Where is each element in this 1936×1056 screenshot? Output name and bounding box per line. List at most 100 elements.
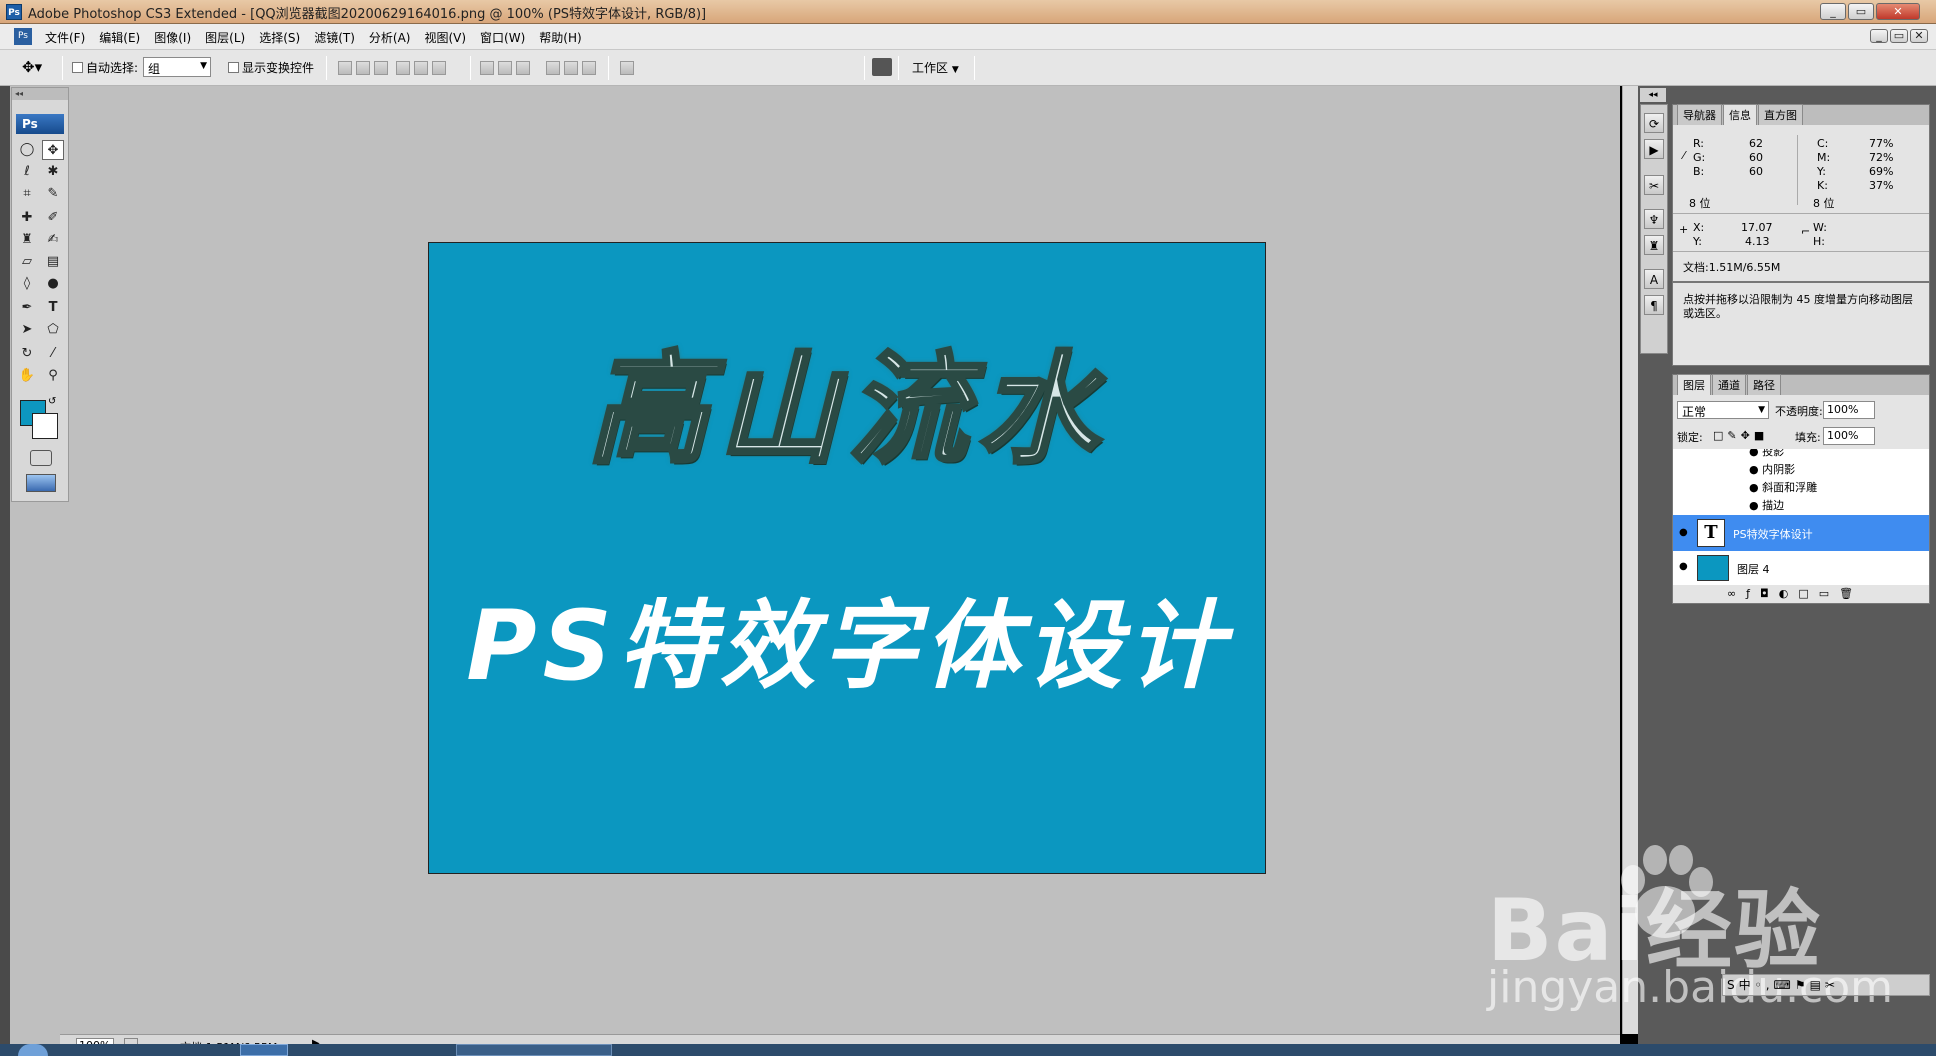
brushes-panel-icon[interactable]: ♆ bbox=[1644, 209, 1664, 229]
fill-input[interactable]: 100% bbox=[1823, 427, 1875, 445]
menu-image[interactable]: 图像(I) bbox=[147, 29, 198, 46]
auto-select-checkbox[interactable]: 自动选择: bbox=[72, 59, 138, 76]
clone-stamp-icon[interactable]: ♜ bbox=[16, 230, 38, 250]
menu-help[interactable]: 帮助(H) bbox=[532, 29, 588, 46]
history-brush-icon[interactable]: ✍ bbox=[42, 230, 64, 250]
distribute-right-icon[interactable] bbox=[582, 61, 596, 75]
actions-panel-icon[interactable]: ▶ bbox=[1644, 139, 1664, 159]
menu-window[interactable]: 窗口(W) bbox=[473, 29, 532, 46]
menu-analysis[interactable]: 分析(A) bbox=[362, 29, 418, 46]
toolbox-header[interactable]: ◂◂ bbox=[12, 88, 68, 100]
clone-source-icon[interactable]: ♜ bbox=[1644, 235, 1664, 255]
doc-restore-button[interactable]: ▭ bbox=[1890, 29, 1908, 43]
auto-align-icon[interactable] bbox=[620, 61, 634, 75]
distribute-left-icon[interactable] bbox=[546, 61, 560, 75]
swap-colors-icon[interactable]: ↺ bbox=[48, 396, 56, 407]
layer-row[interactable]: ● 图层 4 bbox=[1673, 553, 1929, 583]
effect-bevel-emboss[interactable]: ● 斜面和浮雕 bbox=[1749, 479, 1929, 497]
menu-file[interactable]: 文件(F) bbox=[38, 29, 92, 46]
layer-row-selected[interactable]: ● T PS特效字体设计 bbox=[1673, 515, 1929, 551]
minimize-button[interactable]: _ bbox=[1820, 3, 1846, 20]
auto-select-dropdown[interactable]: 组 ▼ bbox=[143, 57, 211, 77]
menu-select[interactable]: 选择(S) bbox=[252, 29, 307, 46]
distribute-bottom-icon[interactable] bbox=[516, 61, 530, 75]
tab-paths[interactable]: 路径 bbox=[1747, 374, 1781, 395]
blur-tool-icon[interactable]: ◊ bbox=[16, 274, 38, 294]
tool-presets-icon[interactable]: ✂ bbox=[1644, 175, 1664, 195]
slice-tool-icon[interactable]: ✎ bbox=[42, 184, 64, 204]
menu-edit[interactable]: 编辑(E) bbox=[92, 29, 147, 46]
distribute-hcenter-icon[interactable] bbox=[564, 61, 578, 75]
pen-tool-icon[interactable]: ✒ bbox=[16, 298, 38, 318]
menu-filter[interactable]: 滤镜(T) bbox=[307, 29, 362, 46]
align-left-icon[interactable] bbox=[396, 61, 410, 75]
tab-navigator[interactable]: 导航器 bbox=[1677, 104, 1722, 125]
ps-doc-icon[interactable]: Ps bbox=[14, 28, 32, 45]
start-button-icon[interactable] bbox=[18, 1044, 48, 1056]
eye-icon[interactable]: ● bbox=[1679, 527, 1691, 539]
document-canvas[interactable]: 高山流水 PS特效字体设计 bbox=[428, 242, 1266, 874]
align-right-icon[interactable] bbox=[432, 61, 446, 75]
h-label: H: bbox=[1813, 235, 1825, 248]
ime-toolbar[interactable]: S中◦,⌨⚑▤✂ bbox=[1722, 974, 1930, 996]
distribute-top-icon[interactable] bbox=[480, 61, 494, 75]
zoom-tool-icon[interactable]: ⚲ bbox=[42, 366, 64, 386]
effect-stroke[interactable]: ● 描边 bbox=[1749, 497, 1929, 515]
gradient-tool-icon[interactable]: ▤ bbox=[42, 252, 64, 272]
effect-inner-shadow[interactable]: ● 内阴影 bbox=[1749, 461, 1929, 479]
eyedropper-icon[interactable]: ⁄ bbox=[42, 344, 64, 364]
menu-view[interactable]: 视图(V) bbox=[417, 29, 473, 46]
blend-mode-dropdown[interactable]: 正常 ▼ bbox=[1677, 401, 1769, 419]
path-selection-icon[interactable]: ➤ bbox=[16, 320, 38, 340]
3d-rotate-icon[interactable]: ↻ bbox=[16, 344, 38, 364]
tab-channels[interactable]: 通道 bbox=[1712, 374, 1746, 395]
align-bottom-icon[interactable] bbox=[374, 61, 388, 75]
tab-info[interactable]: 信息 bbox=[1723, 104, 1757, 125]
screen-mode-icon[interactable] bbox=[26, 474, 56, 492]
dock-collapse-icon[interactable]: ◂◂ bbox=[1640, 88, 1666, 102]
healing-brush-icon[interactable]: ✚ bbox=[16, 208, 38, 228]
effect-drop-shadow[interactable]: ● 投影 bbox=[1749, 449, 1929, 461]
history-panel-icon[interactable]: ⟳ bbox=[1644, 113, 1664, 133]
lock-icons[interactable]: □✎✥■ bbox=[1713, 429, 1768, 442]
layer-footer-icons[interactable]: ∞ƒ◘◐□▭🗑 bbox=[1727, 587, 1863, 600]
align-top-icon[interactable] bbox=[338, 61, 352, 75]
align-vcenter-icon[interactable] bbox=[356, 61, 370, 75]
workspace-button[interactable]: 工作区 ▼ bbox=[912, 59, 959, 76]
distribute-vcenter-icon[interactable] bbox=[498, 61, 512, 75]
marquee-tool-icon[interactable]: ◯ bbox=[16, 140, 38, 160]
taskbar-item-window[interactable] bbox=[456, 1044, 612, 1056]
maximize-button[interactable]: ▭ bbox=[1848, 3, 1874, 20]
taskbar-item-photoshop[interactable] bbox=[240, 1044, 288, 1056]
move-tool-preset-icon[interactable]: ✥▾ bbox=[22, 58, 42, 76]
dodge-tool-icon[interactable]: ● bbox=[42, 274, 64, 294]
character-panel-icon[interactable]: A bbox=[1644, 269, 1664, 289]
blend-mode-value: 正常 bbox=[1682, 405, 1707, 419]
brush-tool-icon[interactable]: ✐ bbox=[42, 208, 64, 228]
crop-tool-icon[interactable]: ⌗ bbox=[16, 184, 38, 204]
window-controls: _ ▭ ✕ bbox=[1820, 3, 1920, 21]
tab-layers[interactable]: 图层 bbox=[1677, 374, 1711, 395]
bridge-icon[interactable] bbox=[872, 58, 892, 76]
eraser-tool-icon[interactable]: ▱ bbox=[16, 252, 38, 272]
paragraph-panel-icon[interactable]: ¶ bbox=[1644, 295, 1664, 315]
b-label: B: bbox=[1693, 165, 1705, 178]
lasso-tool-icon[interactable]: ℓ bbox=[16, 162, 38, 182]
doc-minimize-button[interactable]: _ bbox=[1870, 29, 1888, 43]
eye-icon[interactable]: ● bbox=[1679, 561, 1691, 573]
doc-close-button[interactable]: ✕ bbox=[1910, 29, 1928, 43]
tab-histogram[interactable]: 直方图 bbox=[1758, 104, 1803, 125]
hand-tool-icon[interactable]: ✋ bbox=[16, 366, 38, 386]
show-transform-checkbox[interactable]: 显示变换控件 bbox=[228, 59, 314, 76]
background-color-swatch[interactable] bbox=[32, 413, 58, 439]
magic-wand-icon[interactable]: ✱ bbox=[42, 162, 64, 182]
opacity-input[interactable]: 100% bbox=[1823, 401, 1875, 419]
close-button[interactable]: ✕ bbox=[1876, 3, 1920, 20]
move-tool-icon[interactable]: ✥ bbox=[42, 140, 64, 160]
shape-tool-icon[interactable]: ⬠ bbox=[42, 320, 64, 340]
quick-mask-icon[interactable] bbox=[30, 450, 52, 466]
menu-layer[interactable]: 图层(L) bbox=[198, 29, 252, 46]
type-tool-icon[interactable]: T bbox=[42, 298, 64, 318]
align-hcenter-icon[interactable] bbox=[414, 61, 428, 75]
x-label: X: bbox=[1693, 221, 1705, 234]
